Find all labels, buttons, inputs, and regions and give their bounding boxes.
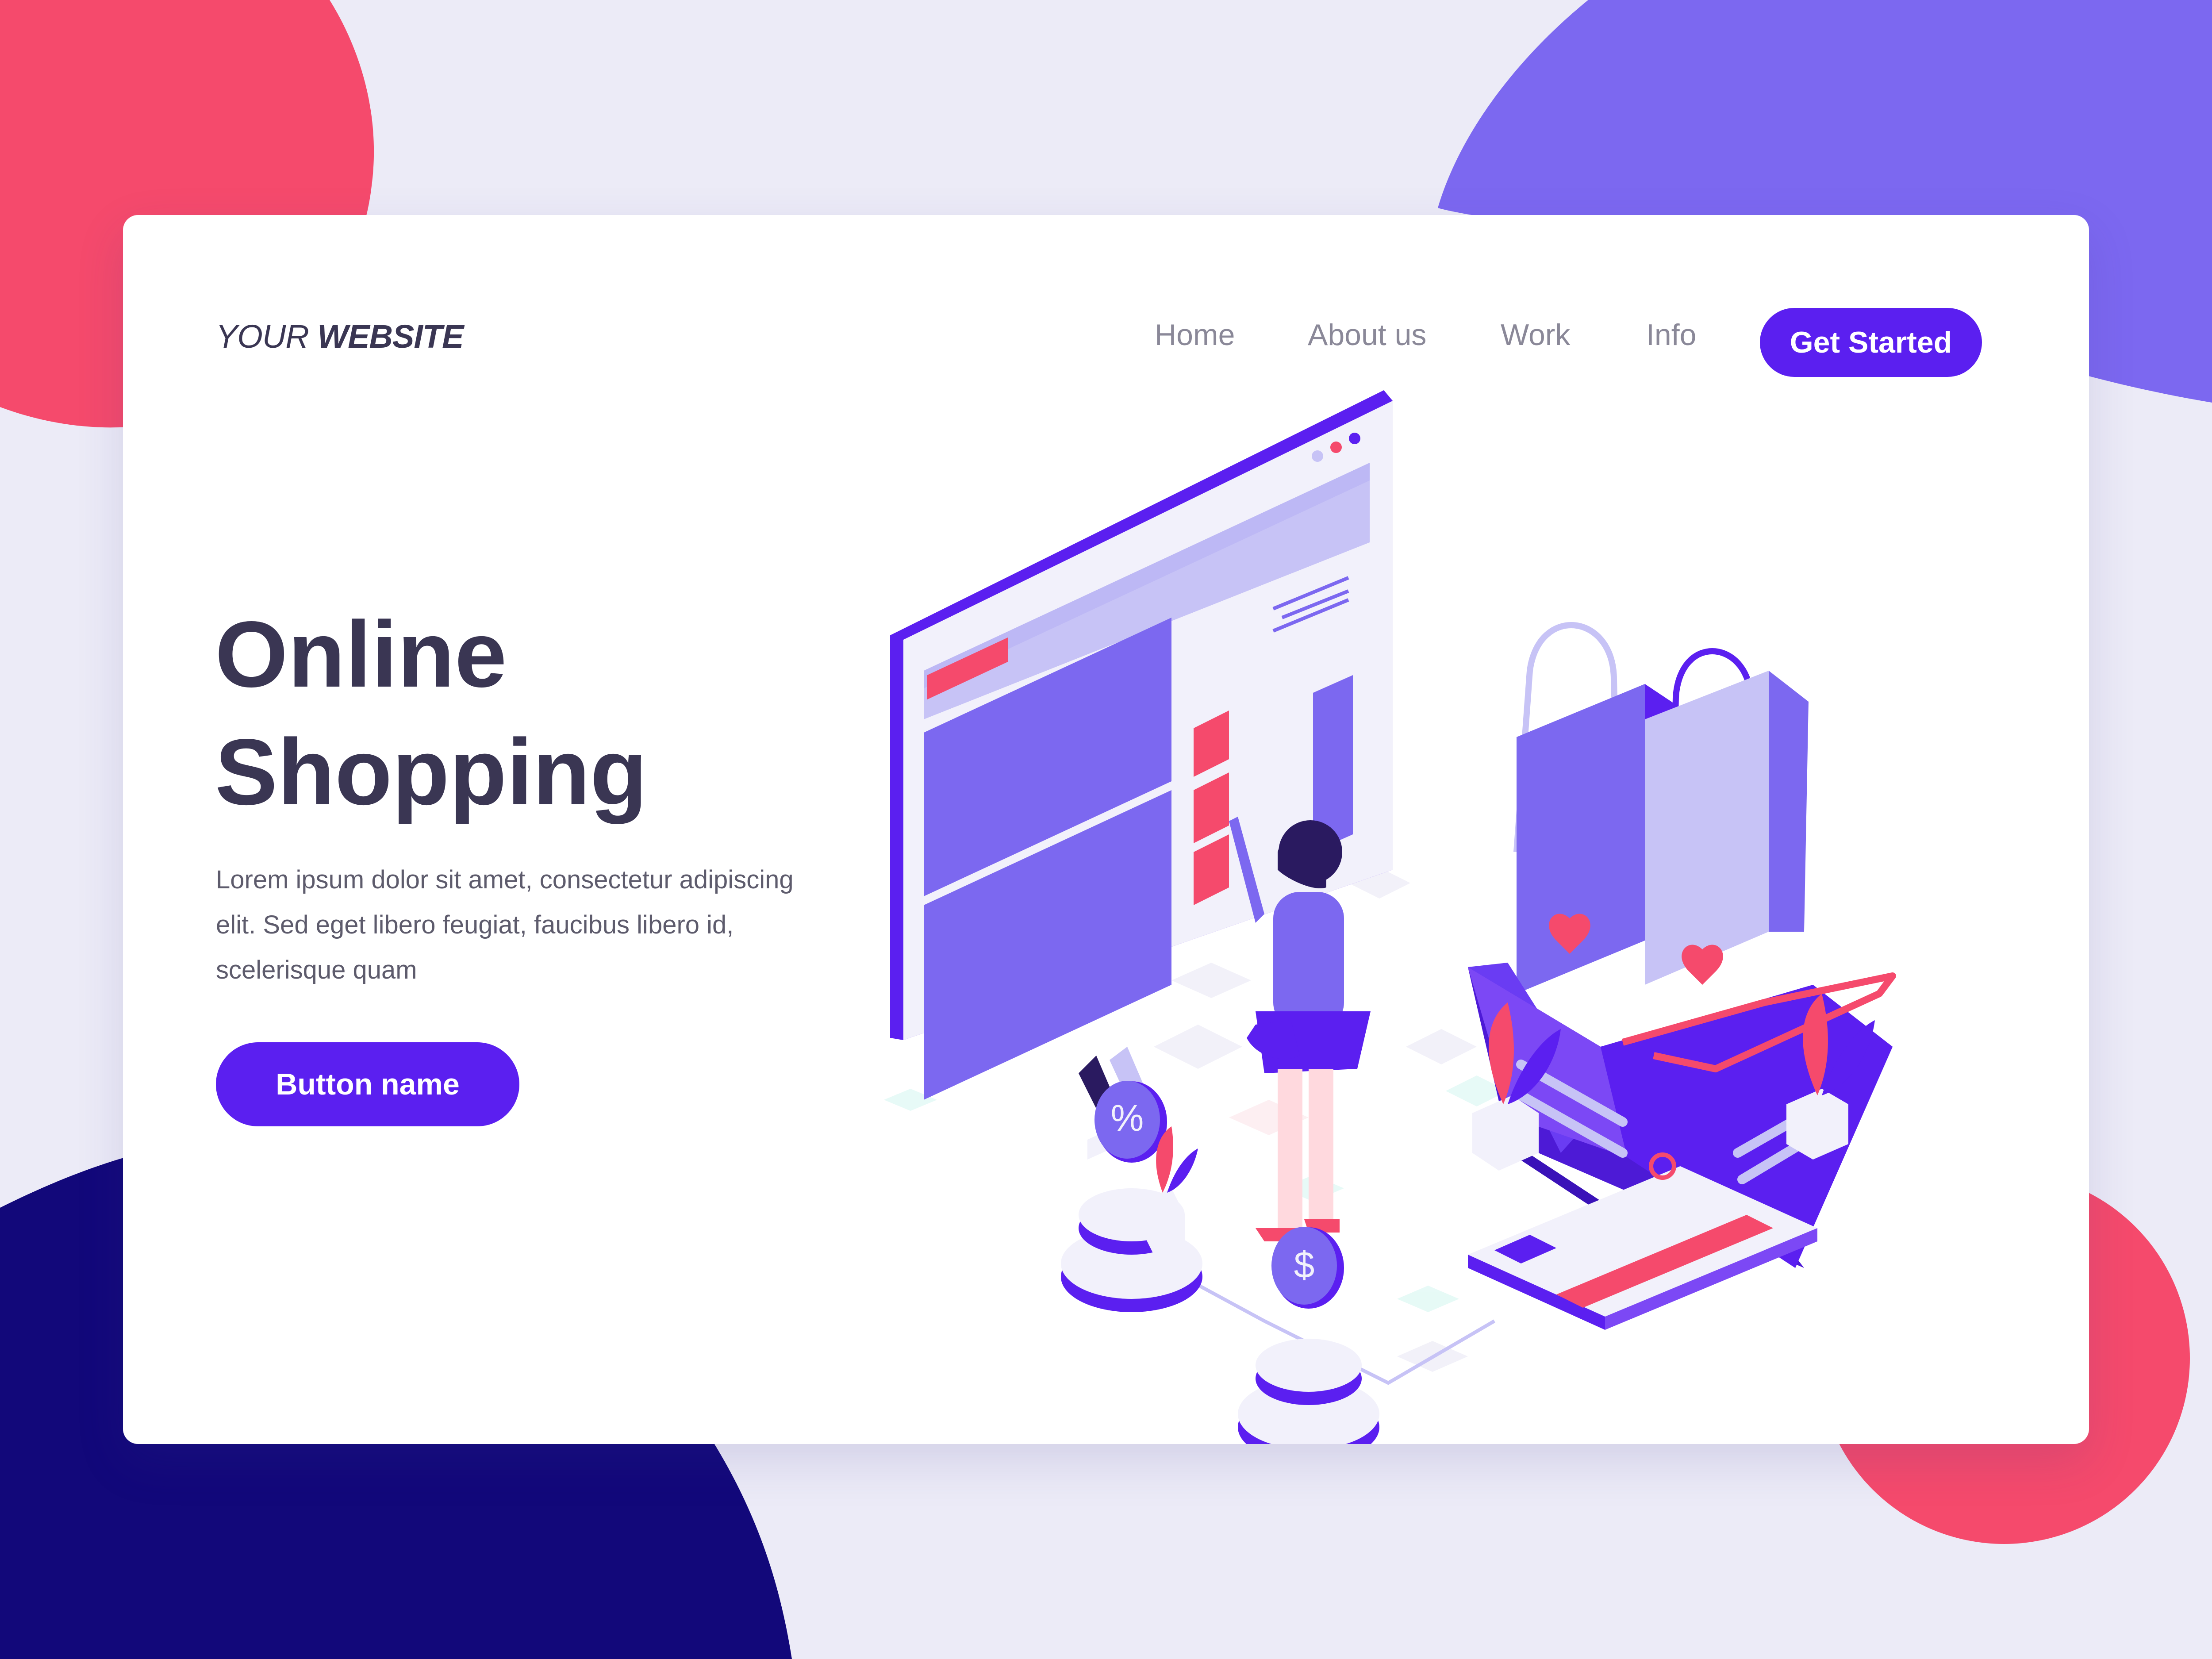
dollar-icon: $ — [1294, 1244, 1315, 1286]
landing-card: YOUR WEBSITE Home About us Work Info Get… — [123, 215, 2089, 1444]
percent-icon: % — [1111, 1097, 1144, 1139]
percent-coin-platform: % — [1061, 1081, 1202, 1312]
dollar-coin-platform: $ — [1238, 1227, 1379, 1444]
online-shopping-illustration: % $ — [884, 390, 1896, 1444]
